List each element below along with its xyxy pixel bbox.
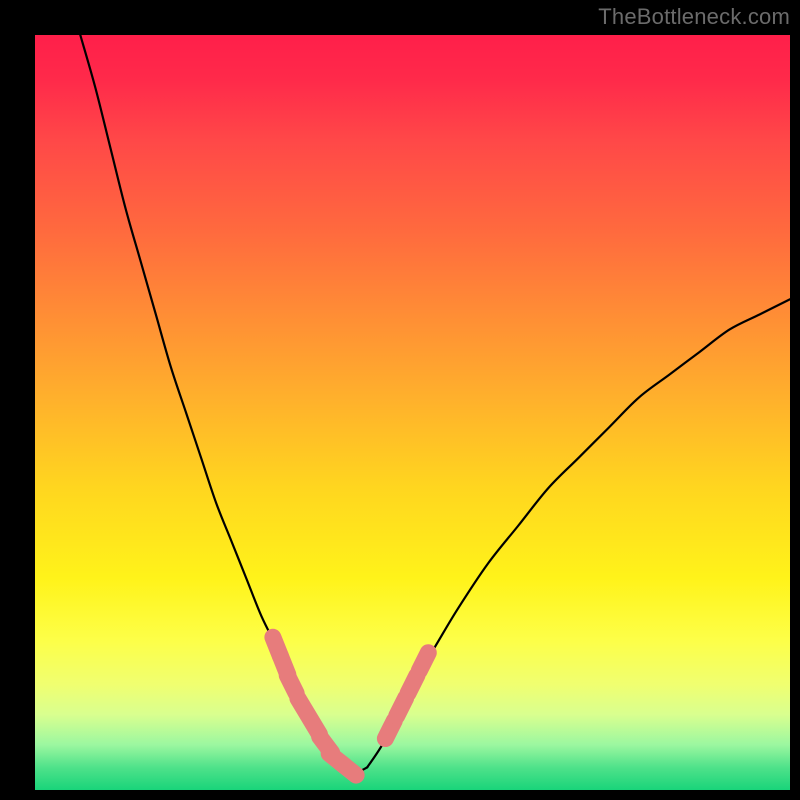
chart-frame: TheBottleneck.com <box>0 0 800 800</box>
marker-capsule <box>341 763 357 776</box>
left-curve <box>80 35 337 767</box>
curve-group <box>80 35 790 772</box>
plot-area <box>35 35 790 790</box>
right-curve <box>367 299 790 767</box>
watermark-text: TheBottleneck.com <box>598 4 790 30</box>
marker-group <box>273 637 428 775</box>
marker-capsule <box>419 653 428 671</box>
chart-svg <box>35 35 790 790</box>
